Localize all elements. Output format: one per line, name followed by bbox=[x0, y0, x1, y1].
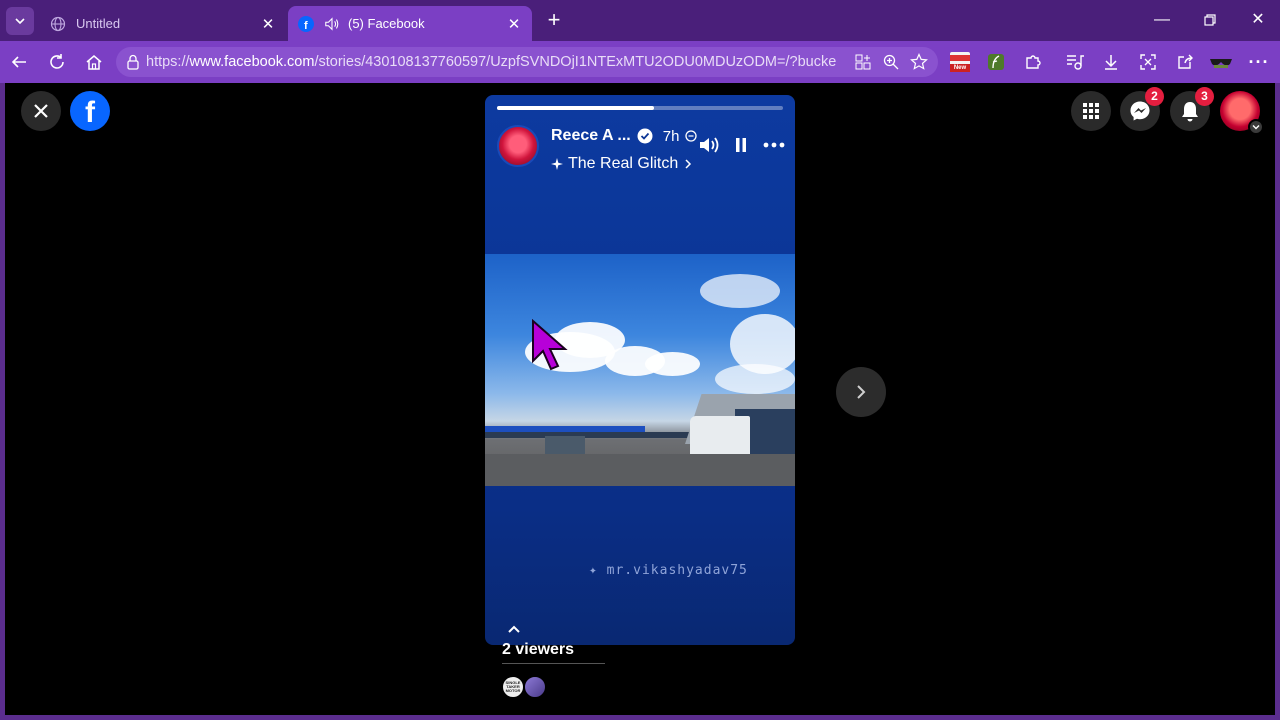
url-prefix: https:// bbox=[146, 54, 190, 70]
svg-text:f: f bbox=[304, 20, 308, 32]
grid-icon bbox=[1083, 103, 1099, 119]
pause-icon bbox=[736, 138, 746, 152]
story-subtitle[interactable]: The Real Glitch bbox=[551, 155, 693, 173]
close-tab-icon[interactable]: ✕ bbox=[506, 15, 522, 33]
author-name[interactable]: Reece A ... bbox=[551, 127, 631, 145]
feather-extension-icon[interactable] bbox=[983, 49, 1009, 75]
story-author[interactable]: Reece A ... 7h bbox=[551, 127, 698, 145]
chevron-down-icon bbox=[15, 18, 25, 25]
close-icon bbox=[34, 104, 48, 118]
watermark-handle: mr.vikashyadav75 bbox=[606, 563, 748, 578]
viewers-divider bbox=[502, 663, 605, 664]
profile-sunglasses-icon[interactable] bbox=[1208, 49, 1234, 75]
more-dots-icon bbox=[763, 142, 785, 148]
account-avatar[interactable] bbox=[1220, 91, 1264, 135]
subtitle-text: The Real Glitch bbox=[568, 155, 679, 172]
expand-viewers-button[interactable] bbox=[507, 621, 521, 635]
globe-icon bbox=[50, 16, 66, 32]
url-host: www.facebook.com bbox=[189, 54, 315, 70]
story-volume-button[interactable] bbox=[697, 133, 721, 157]
viewer-avatar-text: SINGLE TAKER MOTOR bbox=[505, 680, 521, 693]
tab-strip: Untitled ✕ f (5) Facebook ✕ + — ✕ bbox=[0, 0, 1280, 41]
chevron-right-icon bbox=[857, 385, 866, 399]
address-bar[interactable]: https://www.facebook.com/stories/4301081… bbox=[116, 47, 938, 77]
download-icon[interactable] bbox=[1098, 49, 1124, 75]
author-avatar[interactable] bbox=[497, 125, 539, 167]
screenshot-icon[interactable] bbox=[1135, 49, 1161, 75]
browser-toolbar: https://www.facebook.com/stories/4301081… bbox=[0, 41, 1280, 83]
lock-icon[interactable] bbox=[126, 54, 140, 75]
facebook-logo[interactable]: f bbox=[70, 91, 110, 131]
close-window-icon[interactable]: ✕ bbox=[1234, 6, 1280, 34]
next-story-button[interactable] bbox=[836, 367, 886, 417]
home-icon[interactable] bbox=[81, 49, 107, 75]
close-story-button[interactable] bbox=[21, 91, 61, 131]
speaker-icon[interactable] bbox=[324, 16, 340, 32]
tab-facebook[interactable]: f (5) Facebook ✕ bbox=[288, 6, 532, 41]
chevron-right-icon bbox=[685, 159, 692, 169]
story-progress-fill bbox=[497, 106, 655, 110]
zoom-icon[interactable] bbox=[880, 51, 902, 73]
story-time: 7h bbox=[662, 127, 680, 145]
minimize-icon[interactable]: — bbox=[1138, 6, 1186, 34]
more-options-icon[interactable]: ··· bbox=[1246, 49, 1272, 75]
chevron-down-icon bbox=[1248, 119, 1264, 135]
back-icon[interactable] bbox=[6, 49, 32, 75]
url-path: /stories/430108137760597/UzpfSVNDOjI1NTE… bbox=[314, 54, 836, 70]
viewer-avatar[interactable]: SINGLE TAKER MOTOR bbox=[501, 675, 525, 699]
sparkle-icon bbox=[551, 158, 563, 170]
messenger-button[interactable]: 2 bbox=[1120, 87, 1164, 131]
watermark-text: ✦ mr.vikashyadav75 bbox=[589, 563, 748, 578]
volume-icon bbox=[700, 137, 719, 153]
privacy-icon bbox=[685, 130, 698, 142]
facebook-story-viewer: f 2 3 Reece A ... 7h The Real Glitch ✦ m… bbox=[5, 83, 1275, 715]
url-text[interactable]: https://www.facebook.com/stories/4301081… bbox=[146, 54, 836, 70]
story-more-button[interactable] bbox=[762, 133, 786, 157]
verified-badge-icon bbox=[637, 128, 653, 144]
notifications-button[interactable]: 3 bbox=[1170, 87, 1214, 131]
share-icon[interactable] bbox=[1172, 49, 1198, 75]
new-badge: New bbox=[950, 64, 970, 72]
restore-icon[interactable] bbox=[1186, 6, 1234, 34]
tab-title: (5) Facebook bbox=[348, 16, 425, 31]
mouse-cursor-icon bbox=[530, 318, 570, 380]
tab-title: Untitled bbox=[76, 16, 121, 31]
viewer-avatar[interactable] bbox=[523, 675, 547, 699]
app-available-icon[interactable] bbox=[852, 51, 874, 73]
notifications-badge: 3 bbox=[1195, 87, 1214, 106]
extension-new-icon[interactable]: New bbox=[947, 49, 973, 75]
story-progress-bar bbox=[497, 106, 783, 110]
tab-untitled[interactable]: Untitled ✕ bbox=[40, 6, 286, 41]
menu-grid-button[interactable] bbox=[1071, 91, 1111, 131]
media-control-icon[interactable] bbox=[1062, 49, 1088, 75]
messenger-badge: 2 bbox=[1145, 87, 1164, 106]
close-tab-icon[interactable]: ✕ bbox=[260, 15, 276, 33]
story-pause-button[interactable] bbox=[729, 133, 753, 157]
new-tab-button[interactable]: + bbox=[540, 8, 568, 34]
facebook-favicon-icon: f bbox=[298, 15, 314, 32]
viewers-count[interactable]: 2 viewers bbox=[502, 641, 574, 659]
refresh-icon[interactable] bbox=[44, 49, 70, 75]
tab-actions-menu-button[interactable] bbox=[6, 7, 34, 35]
extensions-puzzle-icon[interactable] bbox=[1020, 49, 1046, 75]
sparkle-small-icon: ✦ bbox=[589, 563, 607, 578]
chevron-up-icon bbox=[508, 625, 520, 633]
favorite-star-icon[interactable] bbox=[908, 51, 930, 73]
